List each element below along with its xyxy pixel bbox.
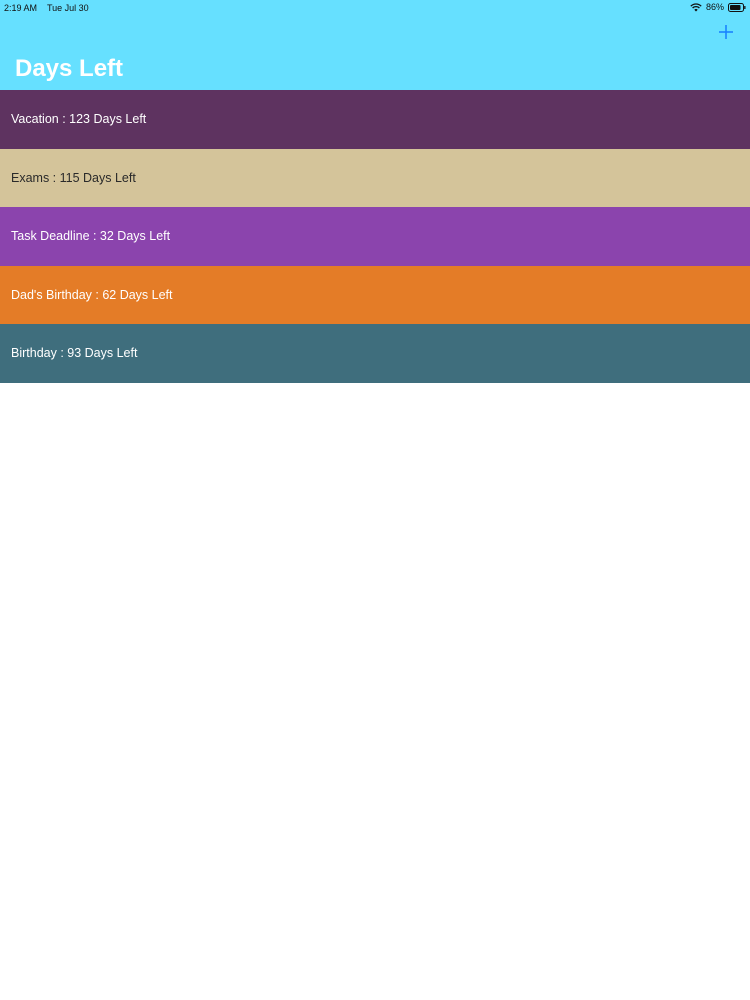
event-row-label: Task Deadline : 32 Days Left — [11, 229, 171, 244]
navigation-header: 2:19 AM Tue Jul 30 86% Days Left — [0, 0, 750, 90]
page-title: Days Left — [15, 55, 124, 82]
event-row[interactable]: Vacation : 123 Days Left — [0, 90, 750, 149]
event-row-label: Vacation : 123 Days Left — [11, 112, 147, 127]
event-row-label: Exams : 115 Days Left — [11, 170, 136, 185]
status-date: Tue Jul 30 — [47, 3, 89, 13]
event-row[interactable]: Exams : 115 Days Left — [0, 148, 750, 207]
wifi-icon — [690, 2, 702, 12]
status-bar: 2:19 AM Tue Jul 30 86% — [0, 0, 750, 16]
status-indicators: 86% — [690, 2, 746, 12]
plus-icon — [719, 25, 733, 39]
event-row-label: Birthday : 93 Days Left — [11, 346, 138, 361]
battery-icon — [728, 2, 746, 12]
add-event-button[interactable] — [716, 22, 736, 42]
app-screen: 2:19 AM Tue Jul 30 86% Days Left Vacatio… — [0, 0, 750, 1000]
event-list: Vacation : 123 Days Left Exams : 115 Days… — [0, 90, 750, 383]
event-row[interactable]: Task Deadline : 32 Days Left — [0, 207, 750, 266]
event-row-label: Dad's Birthday : 62 Days Left — [11, 287, 173, 302]
event-row[interactable]: Birthday : 93 Days Left — [0, 324, 750, 383]
event-row[interactable]: Dad's Birthday : 62 Days Left — [0, 265, 750, 324]
battery-percent: 86% — [705, 2, 724, 12]
status-time: 2:19 AM — [4, 3, 38, 13]
